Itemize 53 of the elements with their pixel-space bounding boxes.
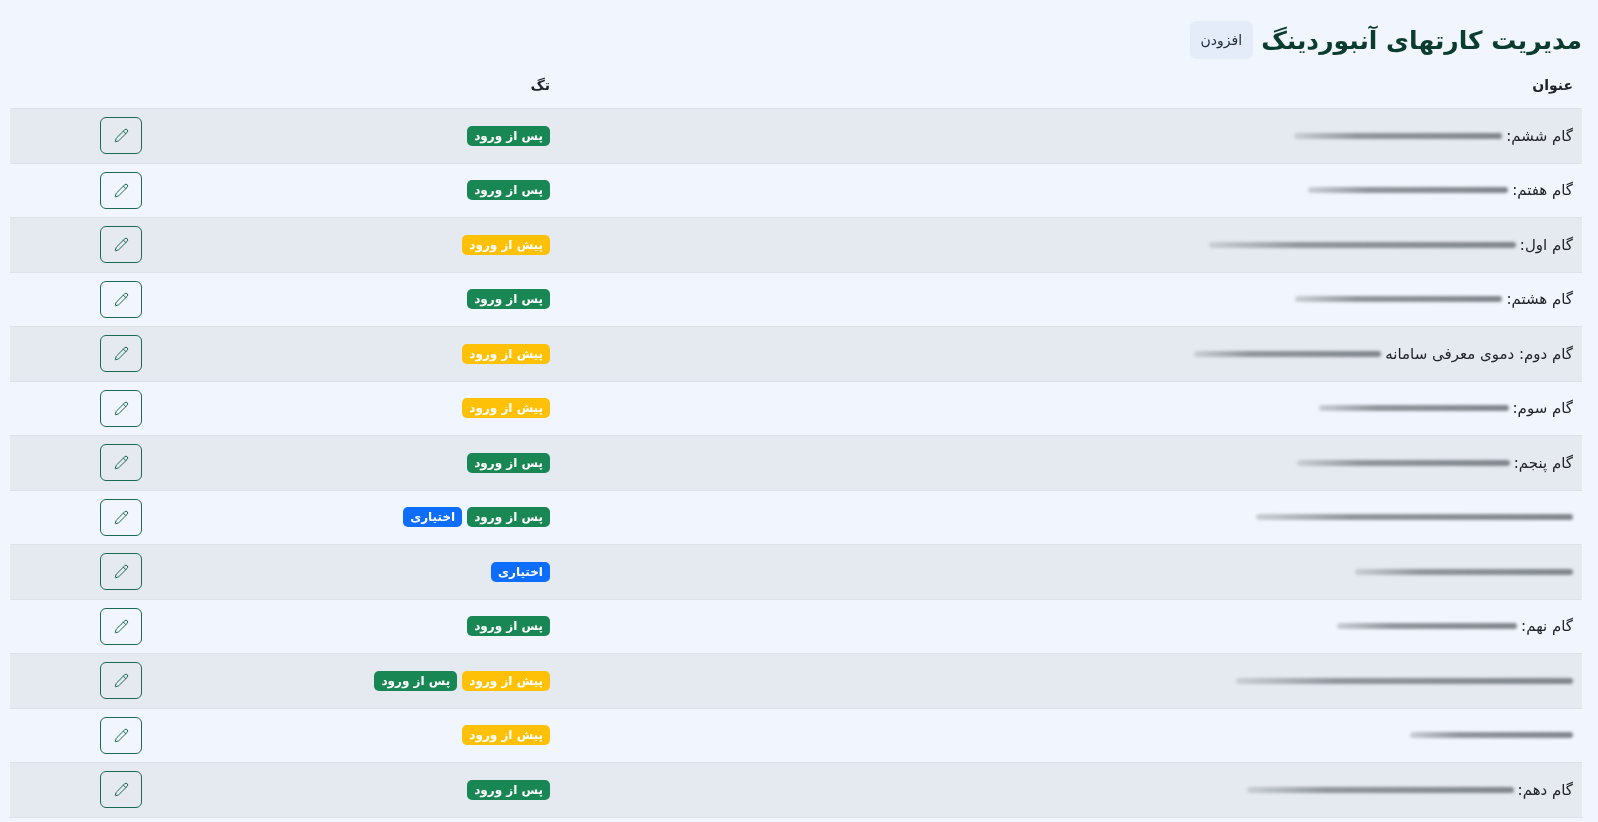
tag-badge: پس از ورود [467, 125, 550, 146]
step-title: گام ششم: [1506, 125, 1573, 147]
pencil-icon [113, 782, 129, 798]
pencil-icon [113, 618, 129, 634]
tag-badge: پس از ورود [467, 616, 550, 637]
edit-button[interactable] [100, 117, 142, 155]
edit-button[interactable] [100, 498, 142, 536]
tag-badge: پس از ورود [467, 452, 550, 473]
pencil-icon [113, 673, 129, 689]
step-title: گام اول: [1519, 234, 1573, 256]
tag-badge: پس از ورود [467, 180, 550, 201]
edit-button[interactable] [100, 553, 142, 591]
tag-badge: پیش از ورود [462, 343, 550, 364]
tag-badge: پیش از ورود [462, 725, 550, 746]
pencil-icon [113, 509, 129, 525]
column-header: عنوان [1532, 76, 1573, 96]
edit-button[interactable] [100, 662, 142, 700]
edit-button[interactable] [100, 389, 142, 427]
tag-badge: پس از ورود [467, 507, 550, 528]
step-title: گام هفتم: [1512, 180, 1573, 201]
edit-button[interactable] [100, 716, 142, 754]
edit-button[interactable] [100, 226, 142, 264]
tag-badge: پیش از ورود [462, 398, 550, 419]
edit-button[interactable] [100, 335, 142, 373]
step-title: گام هشتم: [1506, 289, 1573, 310]
pencil-icon [113, 727, 129, 743]
step-title: گام دوم: دموی معرفی سامانه [1385, 343, 1573, 365]
step-title: گام پنجم: [1513, 452, 1573, 474]
tag-badge: پس از ورود [374, 670, 458, 691]
tag-badge: پس از ورود [467, 779, 550, 800]
step-title: گام نهم: [1521, 616, 1573, 637]
tag-badge: پیش از ورود [462, 670, 550, 691]
pencil-icon [113, 564, 129, 580]
step-title: گام دهم: [1517, 779, 1573, 801]
pencil-icon [113, 400, 129, 416]
tag-badge: پیش از ورود [462, 234, 550, 255]
edit-button[interactable] [100, 280, 142, 318]
pencil-icon [113, 346, 129, 362]
edit-button[interactable] [100, 607, 142, 645]
pencil-icon [113, 291, 129, 307]
tag-badge: اختیاری [403, 507, 463, 528]
pencil-icon [113, 237, 129, 253]
edit-button[interactable] [100, 171, 142, 209]
edit-button[interactable] [100, 771, 142, 809]
pencil-icon [113, 455, 129, 471]
add-button[interactable]: افزودن [1189, 21, 1254, 59]
step-title: گام سوم: [1512, 398, 1573, 419]
pencil-icon [113, 128, 129, 144]
column-header: تگ [530, 76, 550, 95]
edit-button[interactable] [100, 444, 142, 482]
tag-badge: پس از ورود [467, 289, 550, 310]
pencil-icon [113, 182, 129, 198]
tag-badge: اختیاری [491, 561, 550, 582]
